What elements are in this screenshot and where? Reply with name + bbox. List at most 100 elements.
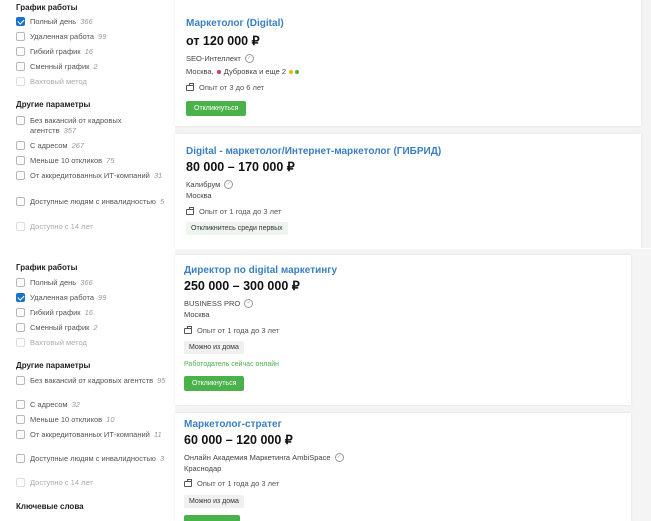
filter-flexible[interactable]: Гибкий график 16 [16, 308, 166, 318]
top-screen: График работы Полный день 366 Удаленная … [0, 0, 651, 248]
city-label: Москва, [186, 67, 214, 76]
checkbox-checked[interactable] [16, 293, 25, 302]
filter-label: Сменный график [30, 323, 90, 332]
filter-label: Доступно с 14 лет [30, 478, 93, 487]
vacancy-experience: Опыт от 1 года до 3 лет [186, 206, 282, 216]
filter-count: 10 [106, 415, 115, 424]
filter-shift[interactable]: Сменный график 2 [16, 323, 166, 333]
filter-label: Доступные людям с инвалидностью [30, 197, 156, 206]
filter-label: Удаленная работа [30, 32, 95, 41]
filter-label: Удаленная работа [30, 293, 95, 302]
filter-count: 99 [98, 32, 107, 41]
vacancy-experience: Опыт от 3 до 6 лет [186, 82, 264, 92]
company-name[interactable]: Онлайн Академия Маркетинга AmbiSpace ✓ [184, 453, 344, 462]
filter-full-day[interactable]: Полный день 366 [16, 17, 166, 27]
filter-count: 99 [98, 293, 107, 302]
filter-remote[interactable]: Удаленная работа 99 [16, 32, 166, 42]
checkbox[interactable] [16, 141, 25, 150]
apply-button[interactable]: Откликнуться [184, 376, 245, 391]
company-label: Калибрум [186, 180, 221, 189]
checkbox-disabled [16, 338, 25, 347]
filter-few-responses[interactable]: Меньше 10 откликов 75 [16, 156, 166, 166]
filter-rotation: Вахтовый метод [16, 77, 166, 87]
checkbox[interactable] [16, 197, 25, 206]
experience-label: Опыт от 1 года до 3 лет [199, 207, 282, 216]
filter-shift[interactable]: Сменный график 2 [16, 62, 166, 72]
company-name[interactable]: SEO-Интеллект ✓ [186, 54, 254, 63]
filter-with-address[interactable]: С адресом 267 [16, 141, 166, 151]
filter-label: От аккредитованных ИТ-компаний [30, 171, 150, 180]
apply-button[interactable] [184, 515, 240, 521]
filter-label: Гибкий график [30, 47, 81, 56]
vacancy-salary: 60 000 – 120 000 ₽ [184, 433, 293, 447]
checkbox[interactable] [16, 278, 25, 287]
filters-sidebar: График работы Полный день 366 Удаленная … [0, 249, 175, 521]
filter-accessible[interactable]: Доступные людям с инвалидностью 5 [16, 197, 166, 207]
filter-full-day[interactable]: Полный день 366 [16, 278, 166, 288]
vacancy-title[interactable]: Маркетолог-стратег [184, 419, 282, 430]
filter-no-agencies[interactable]: Без вакансий от кадровых агентств 95 [16, 376, 166, 386]
remote-badge: Можно из дома [184, 495, 244, 508]
vacancy-card[interactable]: Маркетолог-стратег 60 000 – 120 000 ₽ Он… [175, 413, 631, 521]
vacancy-title[interactable]: Директор по digital маркетингу [184, 265, 337, 276]
filter-count: 32 [71, 400, 80, 409]
filter-label: Без вакансий от кадровых агентств [30, 376, 154, 385]
checkbox-checked[interactable] [16, 17, 25, 26]
checkbox[interactable] [16, 430, 25, 439]
checkbox[interactable] [16, 323, 25, 332]
metro-line-icon [289, 69, 294, 74]
filter-rotation: Вахтовый метод [16, 338, 166, 348]
company-name[interactable]: Калибрум ✓ [186, 180, 234, 189]
checkbox[interactable] [16, 156, 25, 165]
experience-label: Опыт от 1 года до 3 лет [197, 479, 280, 488]
filter-count: 16 [84, 308, 93, 317]
filter-count: 366 [80, 278, 93, 287]
vacancy-card[interactable]: Директор по digital маркетингу 250 000 –… [175, 255, 631, 405]
checkbox[interactable] [16, 415, 25, 424]
filter-accredited-it[interactable]: От аккредитованных ИТ-компаний 31 [16, 171, 166, 181]
briefcase-icon [186, 82, 194, 91]
checkbox[interactable] [16, 32, 25, 41]
metro-line-icon [216, 69, 221, 74]
metro-line-icon [295, 69, 300, 74]
checkbox[interactable] [16, 47, 25, 56]
vacancy-location: Москва [186, 191, 212, 200]
vacancy-title[interactable]: Digital - маркетолог/Интернет-маркетолог… [186, 146, 441, 157]
vacancy-list: Директор по digital маркетингу 250 000 –… [175, 249, 651, 521]
vacancy-card[interactable]: Маркетолог (Digital) от 120 000 ₽ SEO-Ин… [175, 0, 641, 126]
filter-label: Доступные людям с инвалидностью [30, 454, 156, 463]
employer-online-status: Работодатель сейчас онлайн [184, 361, 280, 368]
filter-count: 357 [63, 126, 77, 135]
filter-count: 16 [84, 47, 93, 56]
verified-icon: ✓ [244, 299, 254, 308]
checkbox[interactable] [16, 116, 25, 125]
filter-label: Сменный график [30, 62, 90, 71]
checkbox[interactable] [16, 62, 25, 71]
filter-flexible[interactable]: Гибкий график 16 [16, 47, 166, 57]
checkbox[interactable] [16, 171, 25, 180]
checkbox[interactable] [16, 400, 25, 409]
filter-from-14: Доступно с 14 лет [16, 222, 166, 232]
briefcase-icon [184, 325, 192, 334]
checkbox[interactable] [16, 454, 25, 463]
filter-label: Полный день [30, 278, 77, 287]
filter-label: От аккредитованных ИТ-компаний [30, 430, 150, 439]
filter-no-agencies[interactable]: Без вакансий от кадровых агентств 357 [16, 116, 166, 136]
company-name[interactable]: BUSINESS PRO ✓ [184, 299, 254, 308]
vacancy-title[interactable]: Маркетолог (Digital) [186, 18, 284, 29]
apply-button[interactable]: Откликнуться [186, 101, 247, 116]
filter-accredited-it[interactable]: От аккредитованных ИТ-компаний 11 [16, 430, 166, 440]
filter-accessible[interactable]: Доступные людям с инвалидностью 3 [16, 454, 166, 464]
filter-few-responses[interactable]: Меньше 10 откликов 10 [16, 415, 166, 425]
filter-count: 95 [157, 376, 166, 385]
filter-remote[interactable]: Удаленная работа 99 [16, 293, 166, 303]
checkbox[interactable] [16, 376, 25, 385]
filter-count: 267 [71, 141, 85, 150]
checkbox[interactable] [16, 308, 25, 317]
metro-label: Дубровка и еще 2 [223, 67, 287, 76]
vacancy-card[interactable]: Digital - маркетолог/Интернет-маркетолог… [175, 134, 641, 248]
filter-with-address[interactable]: С адресом 32 [16, 400, 166, 410]
filter-count: 5 [159, 197, 165, 206]
filter-count: 366 [80, 17, 93, 26]
experience-label: Опыт от 1 года до 3 лет [197, 326, 280, 335]
